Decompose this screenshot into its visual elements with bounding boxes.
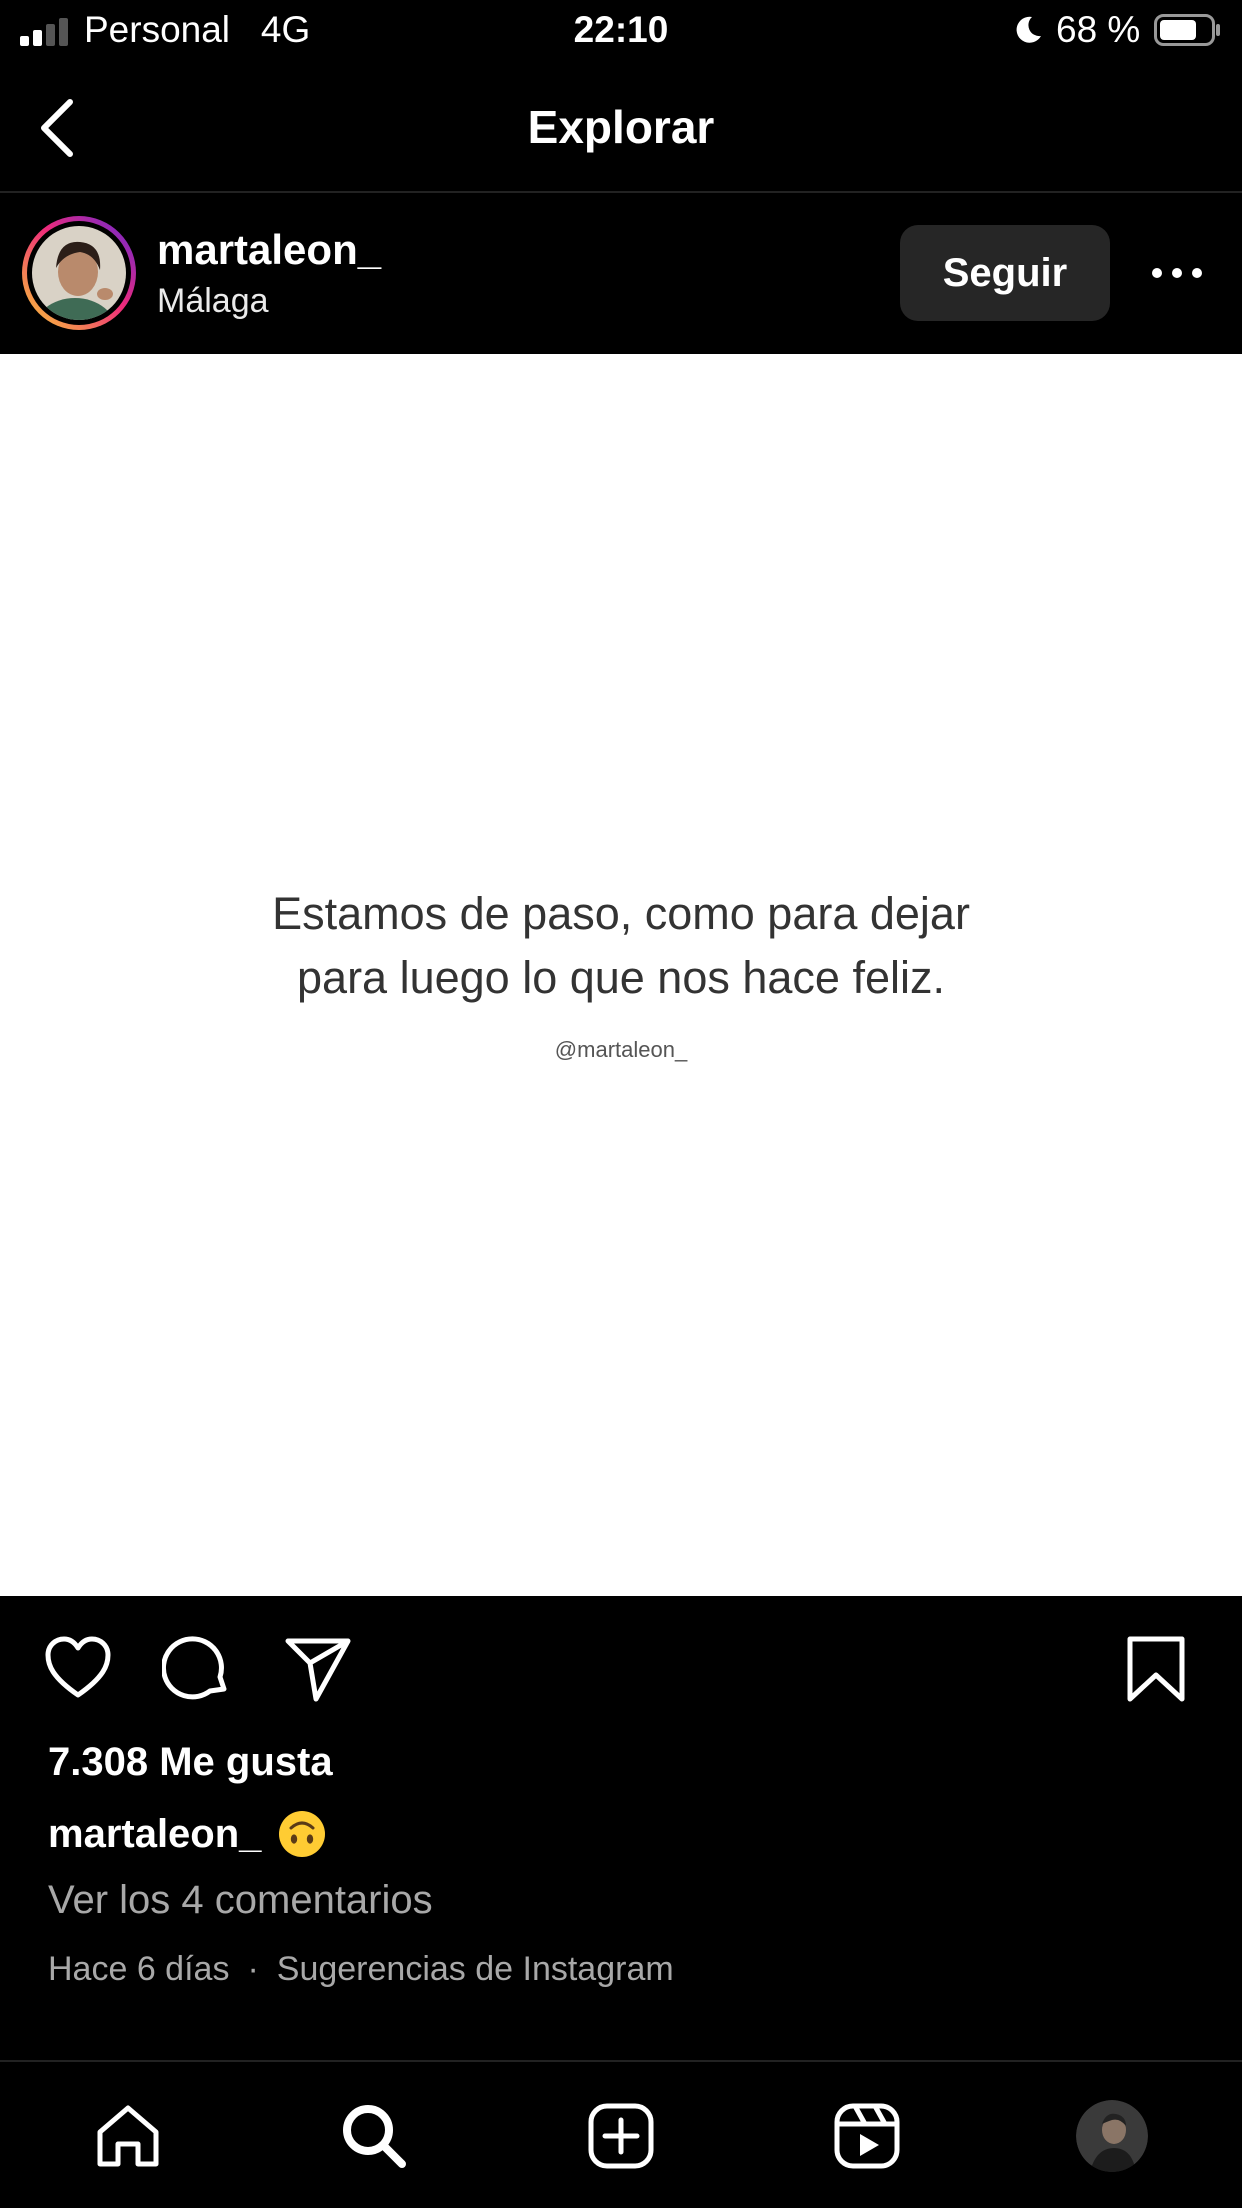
likes-count[interactable]: 7.308 Me gusta (48, 1740, 333, 1785)
create-icon[interactable] (585, 2100, 657, 2172)
image-quote-text: Estamos de paso, como para dejar para lu… (272, 888, 970, 1003)
page-title: Explorar (527, 101, 715, 153)
upside-down-face-emoji-icon (279, 1811, 326, 1857)
post-caption: martaleon_ (48, 1809, 327, 1859)
post-username[interactable]: martaleon_ (157, 226, 381, 274)
moon-icon (1016, 16, 1041, 43)
view-comments-link[interactable]: Ver los 4 comentarios (48, 1878, 433, 1923)
post-image[interactable]: Estamos de paso, como para dejar para lu… (0, 354, 1242, 1596)
post-location[interactable]: Málaga (157, 282, 269, 321)
comment-icon[interactable] (162, 1633, 234, 1705)
profile-avatar-icon[interactable] (1076, 2100, 1148, 2172)
battery-percent: 68 % (1056, 9, 1141, 50)
battery-icon (1154, 14, 1220, 46)
search-icon[interactable] (338, 2100, 410, 2172)
send-icon[interactable] (282, 1633, 354, 1705)
tab-bar-divider (0, 2060, 1242, 2062)
caption-username[interactable]: martaleon_ (48, 1812, 261, 1857)
bookmark-icon[interactable] (1120, 1633, 1192, 1705)
more-horizontal-icon[interactable] (1150, 258, 1204, 288)
post-source[interactable]: Sugerencias de Instagram (277, 1950, 674, 1989)
post-meta: Hace 6 días · Sugerencias de Instagram (48, 1950, 674, 1989)
user-avatar[interactable] (20, 214, 138, 332)
reels-icon[interactable] (831, 2100, 903, 2172)
heart-icon[interactable] (42, 1633, 114, 1705)
home-icon[interactable] (92, 2100, 164, 2172)
post-time-ago: Hace 6 días (48, 1950, 230, 1988)
header-divider (0, 191, 1242, 193)
meta-separator: · (247, 1950, 259, 1988)
follow-button[interactable]: Seguir (900, 225, 1110, 321)
image-watermark-handle: @martaleon_ (554, 1037, 688, 1062)
